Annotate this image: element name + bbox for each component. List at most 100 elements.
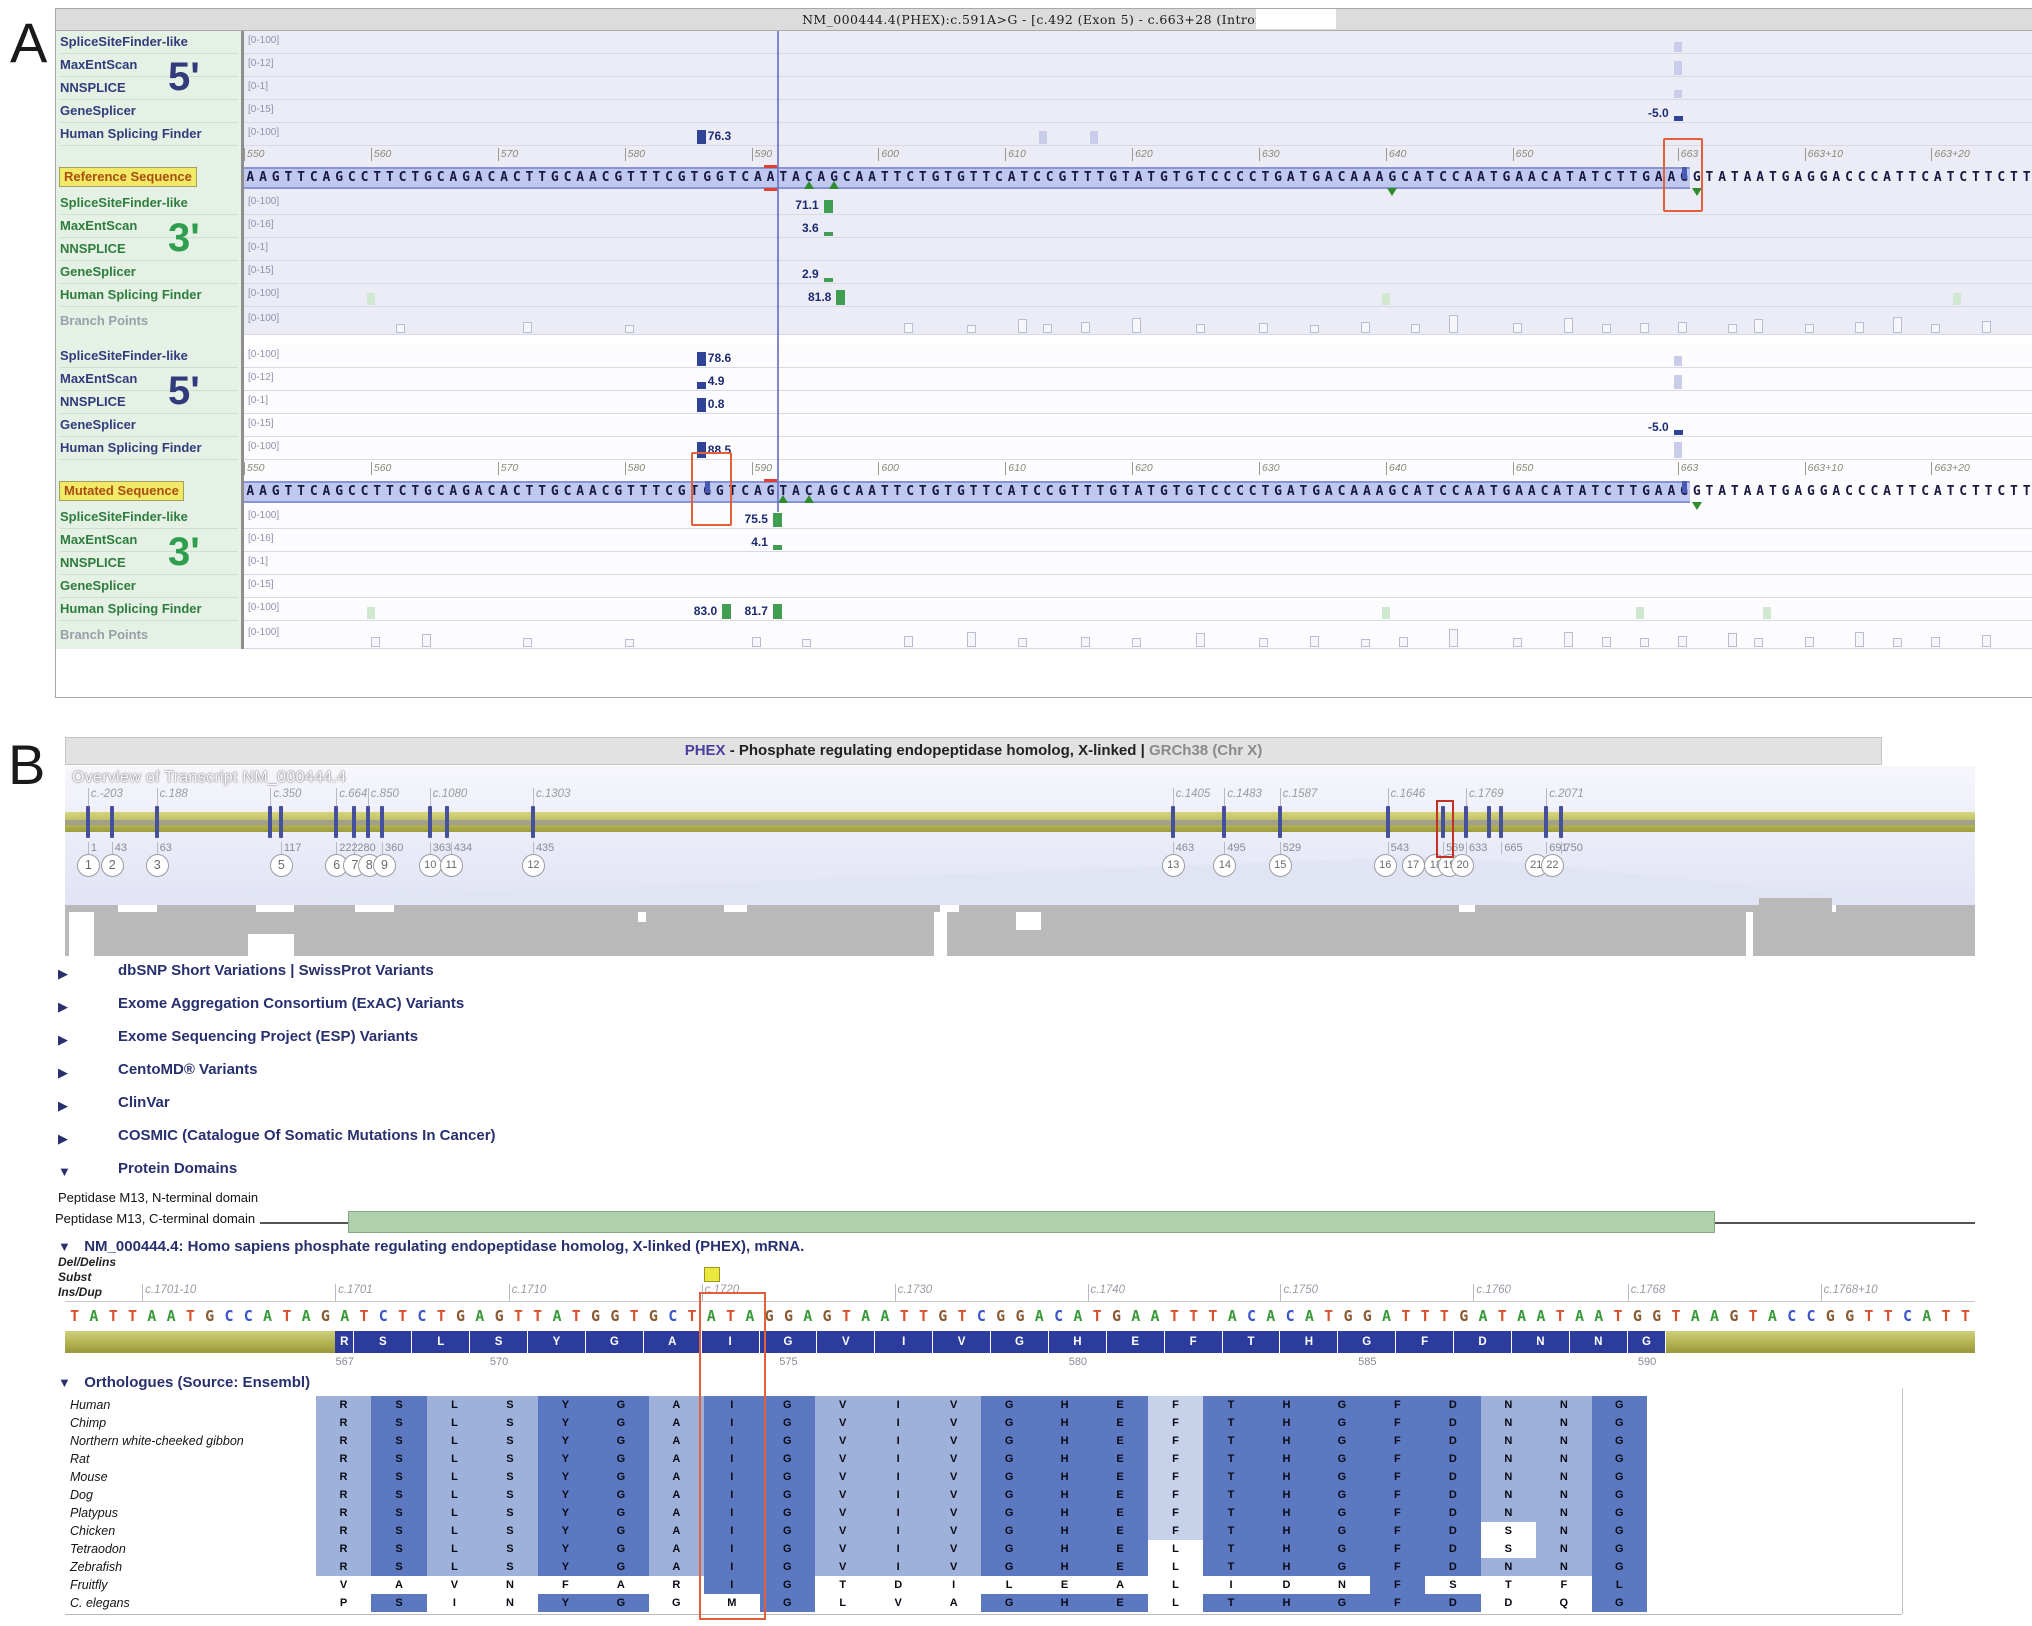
branch-point-mark (1982, 635, 1991, 647)
nt-base: C (972, 1303, 991, 1329)
coverage-gap (248, 934, 294, 956)
exon-circle[interactable]: 19 (1438, 854, 1461, 877)
track-label-splicesitefinder-like: SpliceSiteFinder-like (60, 506, 238, 529)
sequence-base: G (1158, 478, 1171, 506)
branch-point-mark (1449, 629, 1458, 647)
score-value: 78.6 (708, 351, 731, 365)
alignment-cell: F (1370, 1432, 1425, 1450)
expand-arrow-icon[interactable]: ▶ (58, 1098, 68, 1114)
collapse-arrow-icon[interactable]: ▼ (58, 1239, 71, 1254)
exon-circle[interactable]: 15 (1269, 854, 1292, 877)
ruler-label: 570 (498, 148, 519, 161)
nt-base: T (1956, 1303, 1975, 1329)
alignment-cell: H (1259, 1432, 1314, 1450)
nt-base: C (1280, 1303, 1299, 1329)
track-row-cosmic[interactable]: ▶COSMIC (Catalogue Of Somatic Mutations … (58, 1127, 958, 1151)
alignment-cell: T (1203, 1522, 1258, 1540)
exon-circle[interactable]: 21 (1525, 854, 1548, 877)
nt-base: G (451, 1303, 470, 1329)
expand-arrow-icon[interactable]: ▶ (58, 1065, 68, 1081)
track-row-dbsnp[interactable]: ▶dbSNP Short Variations | SwissProt Vari… (58, 962, 958, 986)
codon-box: Y (528, 1331, 586, 1353)
sequence-base: C (396, 478, 409, 506)
collapse-arrow-icon[interactable]: ▼ (58, 1375, 71, 1390)
nt-base: T (567, 1303, 586, 1329)
subst-variant-marker[interactable] (704, 1267, 720, 1282)
track-range-label: [0-100] (248, 510, 279, 521)
sequence-base: C (1538, 164, 1551, 192)
weak-score-mark-green (367, 293, 375, 305)
exon-circle[interactable]: 16 (1374, 854, 1397, 877)
exon-circle[interactable]: 3 (146, 854, 169, 877)
track-row-exome[interactable]: ▶Exome Sequencing Project (ESP) Variants (58, 1028, 958, 1052)
exon-circle[interactable]: 22 (1541, 854, 1564, 877)
track-row-clinvar[interactable]: ▶ClinVar (58, 1094, 958, 1118)
alignment-cell: G (760, 1468, 815, 1486)
exon-circle[interactable]: 2 (101, 854, 124, 877)
exon-circle[interactable]: 1 (77, 854, 100, 877)
codon-box: R (335, 1331, 354, 1353)
orthologues-header[interactable]: ▼ Orthologues (Source: Ensembl) (58, 1374, 310, 1392)
exon-circle[interactable]: 13 (1162, 854, 1185, 877)
alignment-cell: P (316, 1594, 371, 1612)
mrna-ruler-label: c.1740 (1088, 1284, 1126, 1301)
alignment-cell: L (1592, 1576, 1647, 1594)
sequence-base: A (1411, 164, 1424, 192)
exon-circle[interactable]: 7 (343, 854, 366, 877)
track-row-line (244, 54, 2032, 77)
nt-base: G (1454, 1303, 1473, 1329)
alignment-cell: H (1037, 1504, 1092, 1522)
exon-circle[interactable]: 18 (1424, 854, 1447, 877)
exon-circle[interactable]: 11 (440, 854, 463, 877)
coverage-strip-gap (1459, 905, 1474, 912)
sequence-base: A (1792, 164, 1805, 192)
expand-arrow-icon[interactable]: ▼ (58, 1164, 71, 1179)
alignment-cell: T (1203, 1414, 1258, 1432)
exon-circle[interactable]: 12 (522, 854, 545, 877)
exon-tick (366, 806, 370, 838)
alignment-cell: G (1592, 1468, 1647, 1486)
alignment-cell: H (1259, 1468, 1314, 1486)
sequence-base: C (396, 164, 409, 192)
track-row-protein[interactable]: ▼Protein Domains (58, 1160, 958, 1184)
branch-point-mark (1513, 323, 1522, 333)
exon-circle[interactable]: 10 (419, 854, 442, 877)
exon-circle[interactable]: 6 (325, 854, 348, 877)
alignment-cell: G (760, 1558, 815, 1576)
expand-arrow-icon[interactable]: ▶ (58, 1032, 68, 1048)
track-range-label: [0-100] (248, 35, 279, 46)
protein-position-label: 633 (1466, 842, 1487, 854)
ruler-label: 663+10 (1805, 462, 1843, 475)
track-row-centomd[interactable]: ▶CentoMD® Variants (58, 1061, 958, 1085)
track-label-genesplicer: GeneSplicer (60, 575, 238, 598)
alignment-cell: N (1536, 1432, 1591, 1450)
expand-arrow-icon[interactable]: ▶ (58, 1131, 68, 1147)
sequence-base: C (510, 164, 523, 192)
alignment-cell: L (427, 1540, 482, 1558)
sequence-base: C (1855, 478, 1868, 506)
track-row-exome[interactable]: ▶Exome Aggregation Consortium (ExAC) Var… (58, 995, 958, 1019)
ruler-label: 580 (625, 462, 646, 475)
exon-circle[interactable]: 14 (1213, 854, 1236, 877)
nt-base: G (1821, 1303, 1840, 1329)
expand-arrow-icon[interactable]: ▶ (58, 966, 68, 982)
nt-base: A (1705, 1303, 1724, 1329)
alignment-cell: I (870, 1522, 925, 1540)
alignment-cell: I (870, 1468, 925, 1486)
exon-circle[interactable]: 20 (1451, 854, 1474, 877)
sequence-base: A (752, 478, 765, 506)
exon-circle[interactable]: 5 (270, 854, 293, 877)
alignment-cell: I (704, 1414, 759, 1432)
exon-circle[interactable]: 17 (1402, 854, 1425, 877)
sequence-base: C (1246, 164, 1259, 192)
sequence-base: T (409, 478, 422, 506)
alignment-cell: S (482, 1540, 537, 1558)
weak-score-mark-green (1382, 607, 1390, 619)
intron-band (65, 1331, 1975, 1353)
sequence-base: C (434, 164, 447, 192)
exon-circle[interactable]: 9 (373, 854, 396, 877)
alignment-cell: N (1481, 1468, 1536, 1486)
exon-circle[interactable]: 8 (358, 854, 381, 877)
mrna-track-header[interactable]: ▼ NM_000444.4: Homo sapiens phosphate re… (58, 1238, 804, 1256)
expand-arrow-icon[interactable]: ▶ (58, 999, 68, 1015)
